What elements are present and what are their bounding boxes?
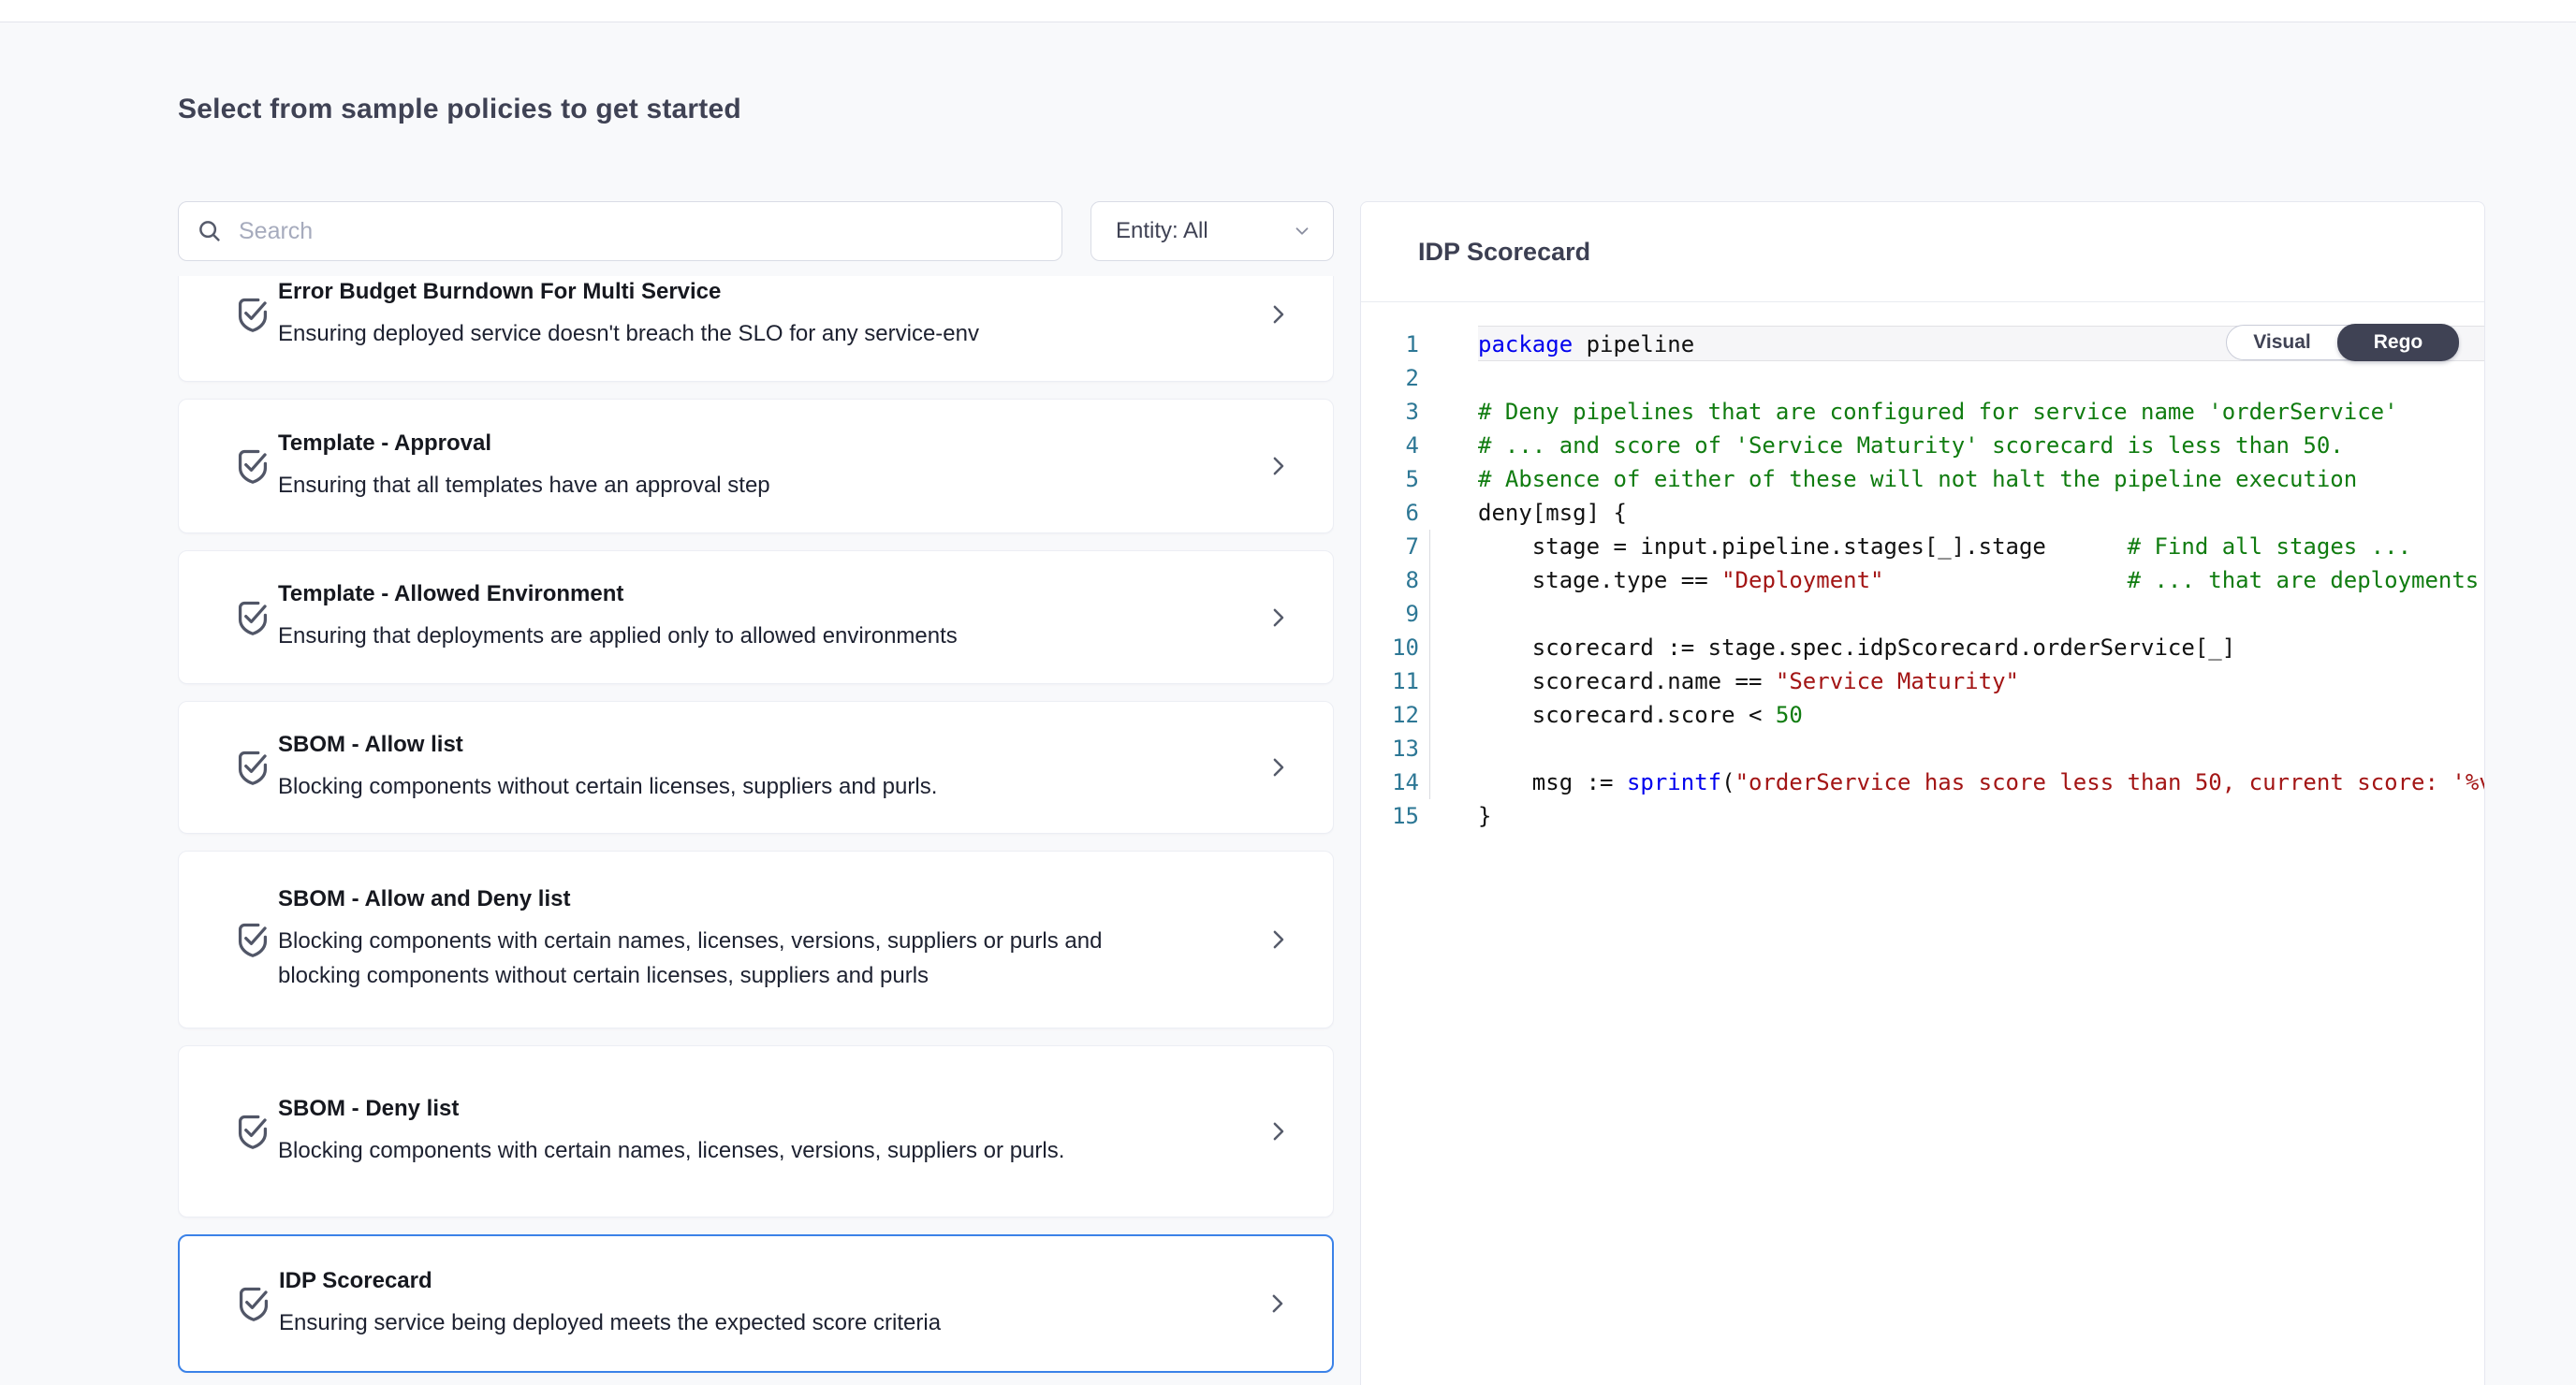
shield-check-icon xyxy=(231,1110,274,1153)
shield-check-icon xyxy=(231,596,274,639)
page-title: Select from sample policies to get start… xyxy=(178,94,741,125)
line-number: 8 xyxy=(1361,563,1419,597)
line-number: 1 xyxy=(1361,328,1419,361)
policy-description: Ensuring deployed service doesn't breach… xyxy=(278,316,1139,351)
preview-header: IDP Scorecard xyxy=(1361,202,2484,301)
policy-card[interactable]: Template - Approval Ensuring that all tem… xyxy=(178,399,1334,533)
policy-title: SBOM - Allow and Deny list xyxy=(278,886,1221,912)
chevron-right-icon xyxy=(1264,604,1292,632)
code-line: scorecard.name == "Service Maturity" xyxy=(1478,664,2484,698)
chevron-right-icon xyxy=(1264,753,1292,781)
code-editor[interactable]: 123456789101112131415 package pipeline #… xyxy=(1361,302,2484,1385)
line-number: 11 xyxy=(1361,664,1419,698)
line-number: 13 xyxy=(1361,732,1419,765)
code-line: } xyxy=(1478,799,2484,833)
code-line: deny[msg] { xyxy=(1478,496,2484,530)
toggle-visual-button[interactable]: Visual xyxy=(2227,325,2337,360)
policy-description: Ensuring that deployments are applied on… xyxy=(278,619,1139,653)
code-line: stage.type == "Deployment" # ... that ar… xyxy=(1478,563,2484,597)
policy-description: Blocking components with certain names, … xyxy=(278,924,1139,993)
line-number: 4 xyxy=(1361,429,1419,462)
shield-check-icon xyxy=(231,445,274,488)
entity-filter-label: Entity: All xyxy=(1116,218,1208,244)
code-line: scorecard := stage.spec.idpScorecard.ord… xyxy=(1478,631,2484,664)
line-number: 15 xyxy=(1361,799,1419,833)
code-line: msg := sprintf("orderService has score l… xyxy=(1478,765,2484,799)
code-line xyxy=(1478,361,2484,395)
code-line xyxy=(1478,597,2484,631)
chevron-right-icon xyxy=(1264,452,1292,480)
line-number: 7 xyxy=(1361,530,1419,563)
chevron-right-icon xyxy=(1264,1117,1292,1145)
code-line: # Deny pipelines that are configured for… xyxy=(1478,395,2484,429)
policy-description: Ensuring that all templates have an appr… xyxy=(278,468,1139,503)
policy-title: Template - Approval xyxy=(278,430,1221,457)
line-number: 10 xyxy=(1361,631,1419,664)
line-number-gutter: 123456789101112131415 xyxy=(1361,328,1419,833)
top-bar xyxy=(0,0,2576,22)
policy-card[interactable]: Error Budget Burndown For Multi Service E… xyxy=(178,276,1334,382)
policy-title: IDP Scorecard xyxy=(279,1268,1220,1294)
line-number: 3 xyxy=(1361,395,1419,429)
line-number: 14 xyxy=(1361,765,1419,799)
indent-guide xyxy=(1429,530,1430,799)
code-line: scorecard.score < 50 xyxy=(1478,698,2484,732)
search-icon xyxy=(196,217,224,245)
entity-filter-dropdown[interactable]: Entity: All xyxy=(1090,201,1334,261)
chevron-right-icon xyxy=(1264,926,1292,954)
code-line: # Absence of either of these will not ha… xyxy=(1478,462,2484,496)
policy-card[interactable]: IDP Scorecard Ensuring service being depl… xyxy=(178,1234,1334,1373)
policy-card[interactable]: Template - Allowed Environment Ensuring t… xyxy=(178,550,1334,684)
policy-card[interactable]: SBOM - Deny list Blocking components with… xyxy=(178,1045,1334,1217)
policy-title: Template - Allowed Environment xyxy=(278,581,1221,607)
line-number: 2 xyxy=(1361,361,1419,395)
code-line xyxy=(1478,732,2484,765)
shield-check-icon xyxy=(231,746,274,789)
chevron-down-icon xyxy=(1292,221,1312,241)
shield-check-icon xyxy=(231,918,274,961)
policy-card[interactable]: SBOM - Allow list Blocking components wit… xyxy=(178,701,1334,834)
line-number: 9 xyxy=(1361,597,1419,631)
policy-list: Error Budget Burndown For Multi Service E… xyxy=(178,276,1334,1385)
chevron-right-icon xyxy=(1263,1290,1291,1318)
policy-selection-screen: Select from sample policies to get start… xyxy=(0,0,2576,1385)
search-box xyxy=(178,201,1062,261)
policy-description: Ensuring service being deployed meets th… xyxy=(279,1305,1140,1340)
search-input[interactable] xyxy=(239,218,1045,245)
policy-title: Error Budget Burndown For Multi Service xyxy=(278,279,1221,305)
preview-title: IDP Scorecard xyxy=(1418,238,1590,267)
code-line: stage = input.pipeline.stages[_].stage #… xyxy=(1478,530,2484,563)
shield-check-icon xyxy=(231,293,274,336)
language-toggle: Visual Rego xyxy=(2226,325,2459,360)
policy-description: Blocking components with certain names, … xyxy=(278,1133,1139,1168)
code-content: package pipeline # Deny pipelines that a… xyxy=(1478,328,2484,833)
line-number: 6 xyxy=(1361,496,1419,530)
policy-card[interactable]: SBOM - Allow and Deny list Blocking compo… xyxy=(178,851,1334,1028)
policy-description: Blocking components without certain lice… xyxy=(278,769,1139,804)
shield-check-icon xyxy=(232,1282,275,1325)
policy-title: SBOM - Allow list xyxy=(278,732,1221,758)
line-number: 5 xyxy=(1361,462,1419,496)
toggle-rego-button[interactable]: Rego xyxy=(2337,324,2459,361)
code-line: # ... and score of 'Service Maturity' sc… xyxy=(1478,429,2484,462)
line-number: 12 xyxy=(1361,698,1419,732)
policy-title: SBOM - Deny list xyxy=(278,1096,1221,1122)
policy-preview-panel: IDP Scorecard 123456789101112131415 pack… xyxy=(1360,201,2485,1385)
chevron-right-icon xyxy=(1264,300,1292,328)
